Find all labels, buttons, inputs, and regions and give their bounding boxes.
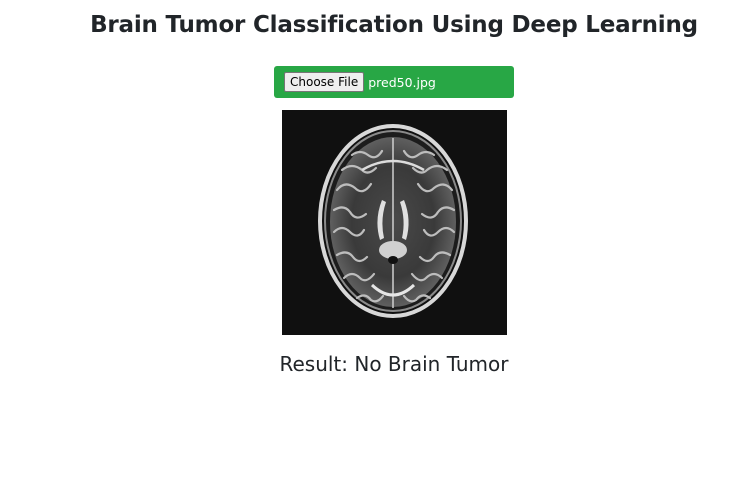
file-upload-bar[interactable]: Choose File pred50.jpg	[274, 66, 514, 98]
page-title: Brain Tumor Classification Using Deep Le…	[90, 12, 698, 38]
mri-brain-illustration	[282, 110, 507, 335]
selected-file-name: pred50.jpg	[368, 74, 436, 90]
mri-scan-image	[282, 110, 507, 335]
choose-file-button[interactable]: Choose File	[284, 72, 365, 92]
result-text: Result: No Brain Tumor	[279, 352, 509, 376]
